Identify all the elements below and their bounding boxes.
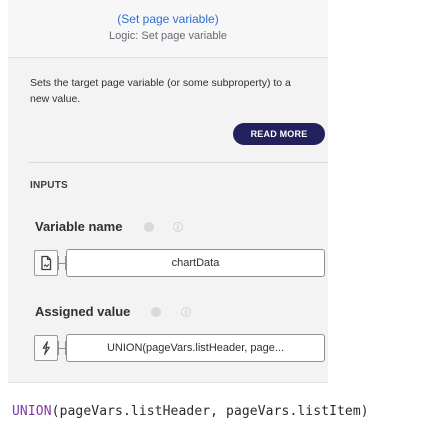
variable-name-row: chartData xyxy=(34,249,328,277)
union-function-name: UNION xyxy=(12,404,52,419)
hint-icon[interactable] xyxy=(144,222,154,232)
assigned-value-label: Assigned value xyxy=(35,304,131,319)
properties-panel: (Set page variable) Logic: Set page vari… xyxy=(8,0,328,383)
assigned-value-field[interactable]: UNION(pageVars.listHeader, page... xyxy=(66,334,325,362)
variable-name-label: Variable name xyxy=(35,219,123,234)
union-expression-code: UNION(pageVars.listHeader, pageVars.list… xyxy=(12,404,369,419)
section-divider xyxy=(28,162,328,163)
lightning-icon-svg xyxy=(42,341,50,356)
union-arguments: (pageVars.listHeader, pageVars.listItem) xyxy=(51,404,369,419)
lightning-icon[interactable] xyxy=(34,335,58,361)
description-text: Sets the target page variable (or some s… xyxy=(30,77,291,105)
connector-line xyxy=(58,341,66,355)
info-icon[interactable]: i xyxy=(181,307,191,317)
hint-icon[interactable] xyxy=(151,307,161,317)
document-icon-svg xyxy=(41,255,52,271)
variable-name-field[interactable]: chartData xyxy=(66,249,325,277)
panel-header: (Set page variable) Logic: Set page vari… xyxy=(8,0,328,58)
document-icon[interactable] xyxy=(34,250,58,276)
connector-line xyxy=(58,256,66,270)
info-icon[interactable]: i xyxy=(173,222,183,232)
logic-subtitle: Logic: Set page variable xyxy=(108,30,228,42)
page-variable-title-link[interactable]: (Set page variable) xyxy=(8,12,328,26)
inputs-section-label: INPUTS xyxy=(30,180,68,191)
read-more-button[interactable]: READ MORE xyxy=(233,123,325,145)
assigned-value-row: UNION(pageVars.listHeader, page... xyxy=(34,334,328,362)
